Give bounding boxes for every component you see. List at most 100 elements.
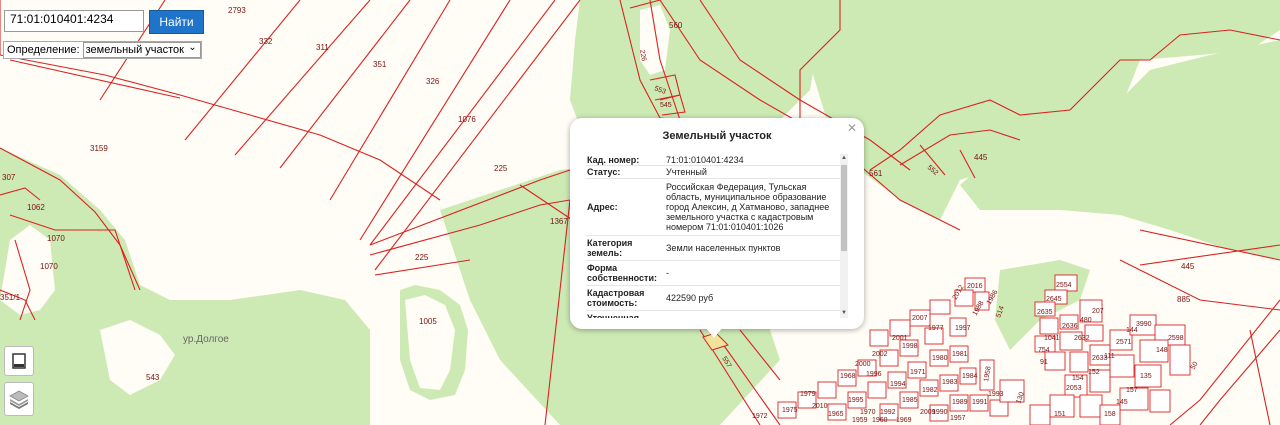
- parcel-number: 332: [259, 37, 273, 46]
- parcel-number: 2001: [892, 335, 908, 342]
- parcel-number: 151: [1054, 411, 1066, 418]
- layers-icon: [9, 390, 29, 409]
- parcel-number: 2053: [1066, 385, 1082, 392]
- parcel-number: 1965: [828, 411, 844, 418]
- parcel-number: 1367: [550, 217, 568, 226]
- detail-row: Категория земель: Земли населенных пункт…: [586, 236, 848, 261]
- scroll-up-icon[interactable]: ▲: [840, 154, 848, 163]
- parcel-number: 1984: [962, 373, 978, 380]
- parcel-number: 1971: [910, 369, 926, 376]
- parcel-number: 1996: [866, 371, 882, 378]
- parcel-number: 2571: [1116, 339, 1132, 346]
- parcel-number: 145: [1116, 399, 1128, 406]
- detail-row: Кадастровая стоимость: 422590 руб: [586, 286, 848, 311]
- scroll-thumb[interactable]: [841, 165, 847, 251]
- parcel-number: 1994: [890, 381, 906, 388]
- parcel-number: 1997: [955, 325, 971, 332]
- parcel-number: 1991: [972, 399, 988, 406]
- popup-title: Земельный участок: [662, 130, 772, 142]
- parcel-number: 225: [494, 164, 508, 173]
- parcel-number: 1979: [800, 391, 816, 398]
- parcel-number: 91: [1040, 359, 1048, 366]
- parcel-number: 1993: [988, 391, 1004, 398]
- parcel-number: 2598: [1168, 335, 1184, 342]
- detail-key: Уточненная: [587, 313, 639, 318]
- parcel-number: 144: [1126, 327, 1138, 334]
- parcel-number: 2793: [228, 6, 246, 15]
- parcel-number: 1983: [942, 379, 958, 386]
- detail-row: Статус: Учтенный: [586, 166, 848, 179]
- parcel-number: 2635: [1037, 309, 1053, 316]
- parcel-number: 1041: [1044, 335, 1060, 342]
- parcel-number: 1070: [40, 262, 58, 271]
- parcel-number: 1076: [458, 115, 476, 124]
- parcel-number: 148: [1156, 347, 1168, 354]
- definition-selected-value: земельный участок: [85, 44, 184, 56]
- scroll-down-icon[interactable]: ▼: [840, 309, 848, 318]
- popup-scrollbar[interactable]: ▲ ▼: [840, 154, 848, 318]
- parcel-number: 1005: [419, 317, 437, 326]
- parcel-number: 1992: [880, 409, 896, 416]
- parcel-number: 351/1: [0, 293, 21, 302]
- parcel-number: 1968: [840, 373, 856, 380]
- parcel-number: 207: [1092, 308, 1104, 315]
- parcel-number: 1977: [928, 325, 944, 332]
- parcel-number: 1957: [950, 415, 966, 422]
- parcel-number: 2554: [1056, 282, 1072, 289]
- parcel-info-popup: ✕ Земельный участок Кад. номер: 71:01:01…: [570, 118, 864, 338]
- parcel-number: 311: [316, 43, 329, 52]
- definition-label: Определение:: [7, 44, 80, 56]
- layers-button[interactable]: [4, 382, 34, 416]
- parcel-number: 1970: [860, 409, 876, 416]
- search-bar: 71:01:010401:4234 Найти: [4, 10, 204, 34]
- parcel-number: 1989: [952, 399, 968, 406]
- parcel-number: 2009: [920, 409, 936, 416]
- parcel-number: 1981: [952, 351, 968, 358]
- parcel-number: 135: [1140, 373, 1152, 380]
- definition-row: Определение: земельный участок ⌄: [3, 41, 202, 59]
- detail-value: 422590 руб: [666, 293, 714, 303]
- parcel-number: 111: [1104, 353, 1115, 360]
- parcel-number: 885: [1177, 295, 1191, 304]
- parcel-number: 1960: [872, 417, 888, 424]
- parcel-number: 2632: [1074, 335, 1090, 342]
- parcel-number: 2010: [812, 403, 828, 410]
- search-button[interactable]: Найти: [149, 10, 204, 34]
- detail-row: Форма собственности: -: [586, 261, 848, 286]
- detail-key: Кад. номер:: [587, 154, 640, 165]
- parcel-number: 754: [1038, 347, 1050, 354]
- detail-value: Учтенный: [666, 167, 707, 177]
- parcel-number: 326: [426, 77, 440, 86]
- parcel-number: 2007: [912, 315, 928, 322]
- parcel-number: 3159: [90, 144, 108, 153]
- parcel-number: 351: [373, 60, 387, 69]
- parcel-number: 543: [146, 373, 160, 382]
- parcel-number: 2645: [1046, 296, 1062, 303]
- parcel-number: 154: [1072, 375, 1084, 382]
- parcel-number: 2000: [855, 361, 871, 368]
- detail-key: Адрес:: [587, 202, 618, 212]
- search-input[interactable]: 71:01:010401:4234: [4, 10, 144, 32]
- legend-button[interactable]: [4, 346, 34, 376]
- detail-row: Кад. номер: 71:01:010401:4234: [586, 154, 848, 166]
- popup-details[interactable]: Кад. номер: 71:01:010401:4234 Статус: Уч…: [586, 154, 848, 318]
- detail-value: Земли населенных пунктов: [666, 243, 781, 253]
- detail-key: Кадастровая стоимость:: [587, 288, 645, 308]
- parcel-number: 1985: [902, 397, 918, 404]
- parcel-number: 158: [1104, 411, 1116, 418]
- popup-pointer: [706, 328, 722, 338]
- parcel-number: 1959: [852, 417, 868, 424]
- parcel-number: 480: [1080, 317, 1092, 324]
- parcel-number: 225: [415, 253, 429, 262]
- parcel-number: 1972: [752, 413, 768, 420]
- parcel-number: 1982: [922, 387, 938, 394]
- detail-key: Статус:: [587, 167, 621, 177]
- parcel-number: 445: [1181, 262, 1195, 271]
- chevron-down-icon: ⌄: [188, 42, 197, 53]
- parcel-number: 2016: [967, 283, 983, 290]
- parcel-number: 545: [660, 102, 672, 109]
- place-label: ур.Долгое: [183, 334, 229, 345]
- detail-value: [663, 311, 836, 318]
- parcel-number: 560: [669, 21, 683, 30]
- definition-select[interactable]: земельный участок ⌄: [82, 42, 201, 58]
